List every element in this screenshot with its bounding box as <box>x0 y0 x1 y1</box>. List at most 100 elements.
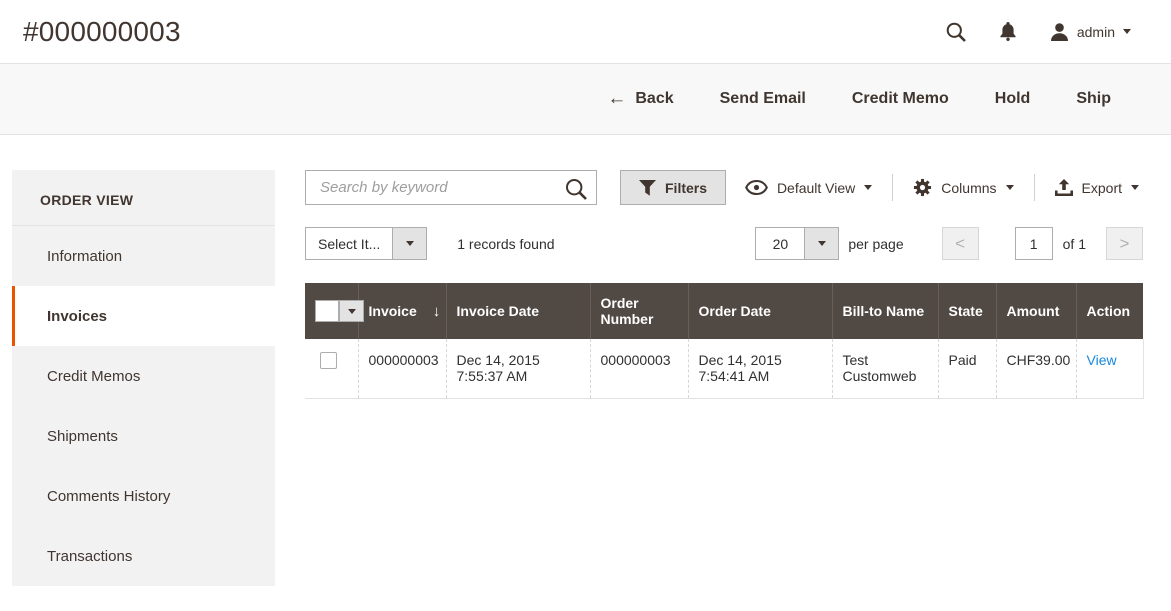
chevron-down-icon <box>1123 29 1131 34</box>
select-all-header <box>305 283 358 339</box>
per-page-select: 20 <box>755 227 839 260</box>
mass-action-label-button[interactable]: Select It... <box>305 227 393 260</box>
search-input[interactable] <box>305 170 597 205</box>
search-icon[interactable] <box>946 22 966 42</box>
view-invoice-link[interactable]: View <box>1087 352 1117 368</box>
mass-action-caret[interactable] <box>393 227 427 260</box>
column-header-invoice-date[interactable]: Invoice Date <box>446 283 590 339</box>
sidebar-item-transactions[interactable]: Transactions <box>12 526 275 586</box>
sidebar-item-label: Comments History <box>47 488 170 505</box>
sidebar-item-label: Invoices <box>47 308 107 325</box>
records-found-text: 1 records found <box>457 236 554 252</box>
column-header-bill-to-name[interactable]: Bill-to Name <box>832 283 938 339</box>
eye-icon <box>745 180 768 195</box>
credit-memo-label: Credit Memo <box>852 90 949 108</box>
send-email-label: Send Email <box>720 90 806 108</box>
admin-username: admin <box>1077 24 1115 40</box>
sidebar-item-label: Information <box>47 248 122 265</box>
filters-label: Filters <box>665 180 707 196</box>
back-arrow-icon: ← <box>607 89 626 108</box>
credit-memo-button[interactable]: Credit Memo <box>852 90 949 108</box>
per-page-label: per page <box>848 236 903 252</box>
sort-descending-icon: ↓ <box>433 303 441 320</box>
mass-action-label: Select It... <box>318 236 380 252</box>
sidebar-item-comments-history[interactable]: Comments History <box>12 466 275 526</box>
back-label: Back <box>635 90 673 108</box>
divider <box>892 174 893 201</box>
page-header: #000000003 admin <box>0 0 1171 63</box>
next-page-button[interactable]: > <box>1106 227 1143 260</box>
total-pages-label: of 1 <box>1063 236 1086 252</box>
cell-order-number: 000000003 <box>590 339 688 398</box>
filters-button[interactable]: Filters <box>620 170 726 205</box>
account-icon <box>1050 23 1069 41</box>
filter-funnel-icon <box>639 180 656 196</box>
row-checkbox[interactable] <box>320 352 337 369</box>
current-page-input[interactable] <box>1015 227 1053 260</box>
column-header-order-number[interactable]: Order Number <box>590 283 688 339</box>
invoices-table: Invoice ↓ Invoice Date Order Number Orde… <box>305 283 1144 399</box>
column-header-state[interactable]: State <box>938 283 996 339</box>
column-header-order-date[interactable]: Order Date <box>688 283 832 339</box>
chevron-down-icon <box>1131 185 1139 190</box>
chevron-down-icon <box>406 241 414 246</box>
invoices-grid-panel: Filters Default View Columns <box>305 170 1143 399</box>
columns-button[interactable]: Columns <box>909 178 1017 197</box>
view-switcher-button[interactable]: Default View <box>741 180 876 196</box>
chevron-down-icon <box>818 241 826 246</box>
cell-invoice-date: Dec 14, 2015 7:55:37 AM <box>446 339 590 398</box>
select-all-caret[interactable] <box>339 300 364 322</box>
ship-button[interactable]: Ship <box>1076 90 1111 108</box>
cell-invoice: 000000003 <box>358 339 446 398</box>
order-action-bar: ← Back Send Email Credit Memo Hold Ship <box>0 63 1171 135</box>
cell-state: Paid <box>938 339 996 398</box>
cell-action: View <box>1076 339 1143 398</box>
view-controls: Default View Columns Export <box>741 174 1143 201</box>
sidebar-item-label: Shipments <box>47 428 118 445</box>
ship-label: Ship <box>1076 90 1111 108</box>
admin-user-menu[interactable]: admin <box>1050 23 1131 41</box>
keyword-search <box>305 170 597 205</box>
grid-controls-row: Select It... 1 records found 20 per page <box>305 227 1143 260</box>
sidebar-item-label: Credit Memos <box>47 368 140 385</box>
table-row: 000000003 Dec 14, 2015 7:55:37 AM 000000… <box>305 339 1143 398</box>
search-submit-icon[interactable] <box>561 174 591 204</box>
gear-icon <box>913 178 932 197</box>
view-label: Default View <box>777 180 855 196</box>
send-email-button[interactable]: Send Email <box>720 90 806 108</box>
order-view-sidebar: ORDER VIEW Information Invoices Credit M… <box>12 170 275 586</box>
per-page-caret[interactable] <box>805 227 839 260</box>
column-header-amount[interactable]: Amount <box>996 283 1076 339</box>
table-header-row: Invoice ↓ Invoice Date Order Number Orde… <box>305 283 1143 339</box>
columns-label: Columns <box>941 180 996 196</box>
sidebar-item-information[interactable]: Information <box>12 226 275 286</box>
cell-amount: CHF39.00 <box>996 339 1076 398</box>
select-all-checkbox[interactable] <box>315 300 339 322</box>
sidebar-item-credit-memos[interactable]: Credit Memos <box>12 346 275 406</box>
per-page-value-button[interactable]: 20 <box>755 227 805 260</box>
page-title: #000000003 <box>23 16 181 48</box>
chevron-down-icon <box>1006 185 1014 190</box>
cell-order-date: Dec 14, 2015 7:54:41 AM <box>688 339 832 398</box>
previous-page-button[interactable]: < <box>942 227 979 260</box>
sidebar-item-invoices[interactable]: Invoices <box>12 286 275 346</box>
back-button[interactable]: ← Back <box>607 90 673 109</box>
hold-label: Hold <box>995 90 1031 108</box>
notifications-bell-icon[interactable] <box>1000 22 1016 41</box>
content: ORDER VIEW Information Invoices Credit M… <box>0 135 1171 586</box>
grid-toolbar: Filters Default View Columns <box>305 170 1143 205</box>
column-header-action[interactable]: Action <box>1076 283 1143 339</box>
per-page-value: 20 <box>773 236 789 252</box>
export-label: Export <box>1082 180 1122 196</box>
row-select-cell <box>305 339 358 398</box>
column-header-invoice[interactable]: Invoice ↓ <box>358 283 446 339</box>
export-button[interactable]: Export <box>1051 179 1143 196</box>
chevron-down-icon <box>864 185 872 190</box>
export-icon <box>1055 179 1073 196</box>
mass-action-select: Select It... <box>305 227 427 260</box>
sidebar-item-label: Transactions <box>47 548 132 565</box>
divider <box>1034 174 1035 201</box>
hold-button[interactable]: Hold <box>995 90 1031 108</box>
sidebar-item-shipments[interactable]: Shipments <box>12 406 275 466</box>
sidebar-title: ORDER VIEW <box>12 170 275 226</box>
